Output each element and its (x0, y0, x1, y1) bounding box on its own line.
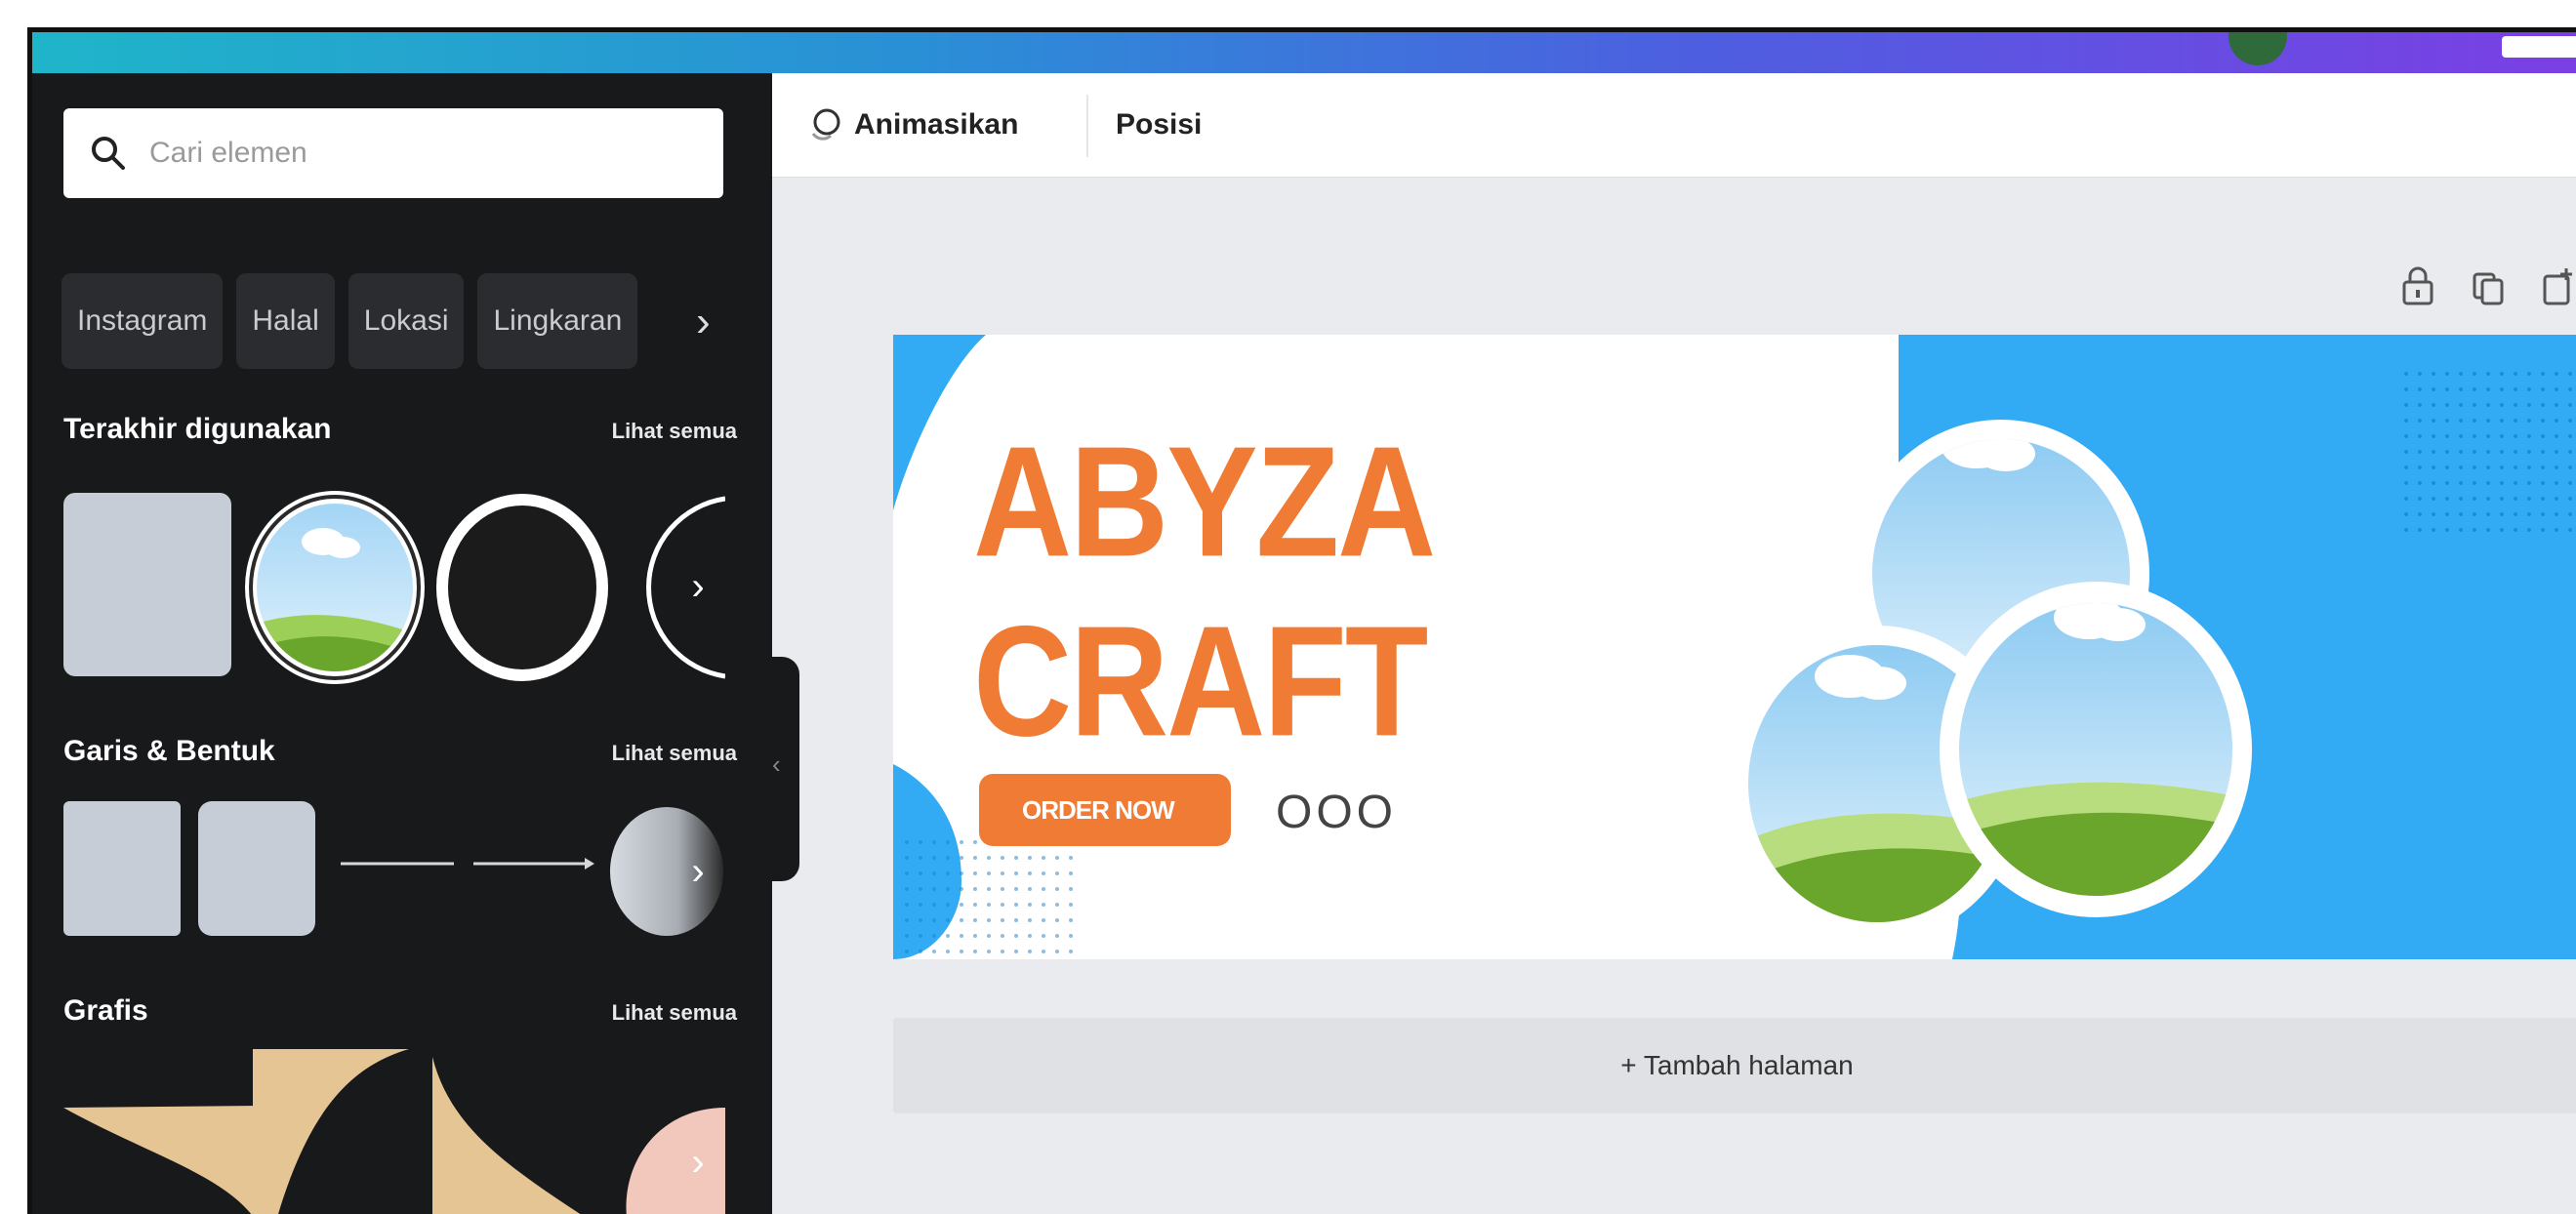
position-button[interactable]: Posisi (1116, 108, 1202, 142)
top-bar-button[interactable] (2502, 36, 2576, 58)
see-all-recent-link[interactable]: Lihat semua (612, 419, 737, 444)
order-now-button[interactable]: ORDER NOW (979, 774, 1231, 846)
see-all-lines-shapes-link[interactable]: Lihat semua (612, 741, 737, 766)
section-title-lines-shapes: Garis & Bentuk (63, 735, 275, 767)
graphic-corner-1[interactable] (63, 1069, 268, 1214)
see-all-graphics-link[interactable]: Lihat semua (612, 1000, 737, 1026)
pagination-dots[interactable]: OOO (1276, 786, 1397, 839)
add-page-icon[interactable] (2541, 266, 2576, 305)
square-shape[interactable] (63, 801, 181, 936)
chevron-left-icon: ‹ (772, 749, 781, 779)
chip-halal[interactable]: Halal (236, 273, 335, 369)
recent-circle-frame[interactable] (245, 491, 425, 684)
animate-icon (811, 108, 840, 141)
recent-ring-shape[interactable] (432, 491, 612, 684)
rounded-square-shape[interactable] (198, 801, 315, 936)
lock-icon[interactable] (2400, 266, 2435, 305)
section-title-recent: Terakhir digunakan (63, 413, 332, 445)
category-chips: Instagram Halal Lokasi Lingkaran (61, 273, 638, 369)
chip-lokasi[interactable]: Lokasi (348, 273, 465, 369)
avatar[interactable] (2228, 32, 2287, 65)
graphic-corner-2[interactable] (253, 1049, 409, 1214)
collapse-panel-handle[interactable]: ‹ (766, 657, 799, 881)
toolbar-divider (1086, 95, 1088, 157)
headline-line-2[interactable]: CRAFT (973, 590, 1428, 772)
search-box[interactable] (63, 108, 723, 198)
animate-button[interactable]: Animasikan (854, 108, 1018, 142)
app-window: Instagram Halal Lokasi Lingkaran › Terak… (27, 27, 2576, 1214)
arrow-line-shape[interactable] (471, 854, 598, 873)
editor-toolbar: Animasikan Posisi (772, 73, 2576, 178)
chip-lingkaran[interactable]: Lingkaran (477, 273, 638, 369)
search-icon (92, 137, 125, 170)
chevron-right-icon[interactable]: › (673, 561, 723, 612)
top-bar (32, 32, 2576, 73)
recent-rectangle-shape[interactable] (63, 493, 231, 676)
chevron-right-icon[interactable]: › (696, 298, 731, 346)
add-page-button[interactable]: + Tambah halaman (893, 1018, 2576, 1113)
graphic-corner-3[interactable] (432, 1057, 608, 1214)
line-shape[interactable] (339, 854, 456, 873)
elements-panel: Instagram Halal Lokasi Lingkaran › Terak… (32, 73, 772, 1214)
duplicate-icon[interactable] (2471, 266, 2506, 305)
chip-instagram[interactable]: Instagram (61, 273, 224, 369)
design-canvas[interactable]: ABYZA CRAFT ORDER NOW OOO (893, 335, 2576, 959)
headline-line-1[interactable]: ABYZA (973, 411, 1436, 592)
search-input[interactable] (147, 136, 678, 171)
chevron-right-icon[interactable]: › (673, 846, 723, 897)
section-title-graphics: Grafis (63, 994, 148, 1027)
chevron-right-icon[interactable]: › (673, 1137, 723, 1188)
